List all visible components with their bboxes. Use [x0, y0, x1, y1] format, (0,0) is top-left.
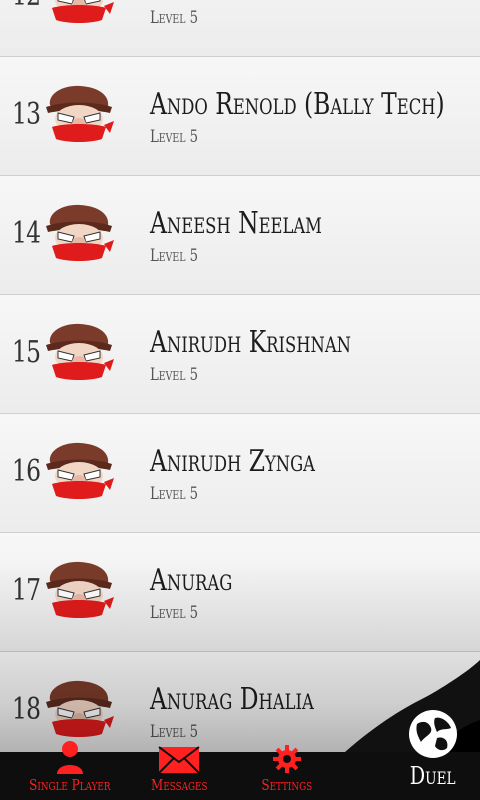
ninja-avatar-icon	[44, 440, 114, 502]
player-name: Anirudh Zynga	[150, 444, 316, 479]
globe-icon	[409, 710, 457, 758]
player-name: Anurag	[150, 563, 233, 598]
table-row[interactable]: 15 Anirudh Krishnan Level 5	[0, 295, 480, 414]
player-rank: 13	[12, 97, 41, 132]
single-player-tab[interactable]: Single Player	[20, 736, 120, 800]
player-name: Aneesh Neelam	[150, 206, 322, 241]
player-name: Ando Renold (Bally Tech)	[150, 87, 445, 122]
ninja-avatar-icon	[44, 321, 114, 383]
player-level: Level 5	[150, 246, 199, 266]
messages-label: Messages	[150, 776, 208, 794]
player-rank: 17	[12, 573, 41, 608]
table-row[interactable]: 12 Adam Patel Level 5	[0, 0, 480, 57]
duel-button[interactable]: Duel	[398, 708, 468, 800]
duel-label: Duel	[410, 762, 456, 790]
player-level: Level 5	[150, 8, 199, 28]
player-rank: 12	[12, 0, 41, 13]
table-row[interactable]: 16 Anirudh Zynga Level 5	[0, 414, 480, 533]
player-list: 12 Adam PatelLevel 513 Ando Renold (Ball…	[0, 0, 480, 771]
player-rank: 18	[12, 692, 41, 727]
envelope-icon	[158, 746, 200, 774]
player-name: Anurag Dhalia	[150, 682, 314, 717]
player-rank: 16	[12, 454, 41, 489]
single-player-label: Single Player	[29, 776, 111, 794]
gear-icon	[273, 745, 301, 773]
ninja-avatar-icon	[44, 202, 114, 264]
player-rank: 14	[12, 216, 41, 251]
ninja-avatar-icon	[44, 559, 114, 621]
table-row[interactable]: 17 Anurag Level 5	[0, 533, 480, 652]
player-level: Level 5	[150, 127, 199, 147]
player-level: Level 5	[150, 603, 199, 623]
player-name: Anirudh Krishnan	[150, 325, 351, 360]
messages-tab[interactable]: Messages	[134, 736, 224, 800]
settings-tab[interactable]: Settings	[244, 736, 330, 800]
ninja-avatar-icon	[44, 83, 114, 145]
table-row[interactable]: 13 Ando Renold (Bally Tech) Level 5	[0, 57, 480, 176]
ninja-avatar-icon	[44, 0, 114, 26]
person-icon	[57, 741, 83, 774]
player-rank: 15	[12, 335, 41, 370]
table-row[interactable]: 14 Aneesh Neelam Level 5	[0, 176, 480, 295]
player-name: Adam Patel	[150, 0, 277, 3]
settings-label: Settings	[261, 776, 313, 794]
player-level: Level 5	[150, 365, 199, 385]
player-level: Level 5	[150, 484, 199, 504]
ninja-avatar-icon	[44, 678, 114, 740]
